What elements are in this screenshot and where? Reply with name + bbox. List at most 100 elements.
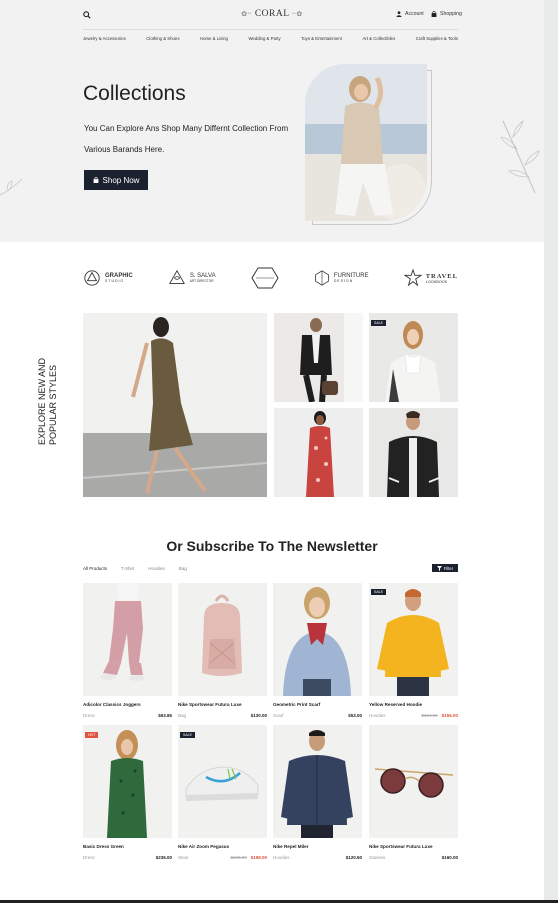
- shopping-link[interactable]: Shopping: [431, 11, 462, 17]
- product-card[interactable]: SALE Yellow Reserved Hoodie Hoodies $364.…: [369, 583, 458, 718]
- product-image-sunglasses[interactable]: [369, 725, 458, 838]
- product-name: Yellow Reserved Hoodie: [369, 702, 423, 707]
- hero-section: ✿~ CORAL ~✿ Account Shopping Jewelry & A…: [0, 0, 544, 242]
- page: ✿~ CORAL ~✿ Account Shopping Jewelry & A…: [0, 0, 544, 903]
- brand-badge[interactable]: [251, 267, 279, 289]
- travel-logo-icon: [403, 269, 422, 287]
- product-price: $160.00: [441, 855, 458, 860]
- brand-sub: ART DIRECTOR: [189, 279, 214, 283]
- filter-label: Filter: [443, 565, 454, 571]
- product-filter-tabs: All Products T-Shirt Hoodies Bag: [83, 566, 187, 571]
- shopping-label: Shopping: [440, 11, 462, 17]
- product-image-hoodie[interactable]: SALE: [369, 583, 458, 696]
- product-category: Scarf: [273, 713, 284, 718]
- product-card[interactable]: Geometric Print Scarf Scarf $53.00: [273, 583, 362, 718]
- brand-graphic-studio[interactable]: GRAPHIC STUDIO: [83, 269, 133, 287]
- shop-now-label: Shop Now: [102, 175, 140, 185]
- shop-now-button[interactable]: Shop Now: [84, 170, 148, 190]
- product-category: Dress: [83, 713, 95, 718]
- tab-bag[interactable]: Bag: [179, 566, 187, 571]
- nav-item-home[interactable]: Home & Living: [200, 36, 228, 41]
- logo-ornament-icon: ~✿: [292, 10, 303, 18]
- product-name: Nike Sportswear Futura Luxe: [178, 702, 242, 707]
- brand-s-salva[interactable]: S. SALVA ART DIRECTOR: [168, 269, 216, 287]
- product-image-jacket[interactable]: [273, 725, 362, 838]
- hero-title: Collections: [83, 82, 186, 105]
- account-link[interactable]: Account: [396, 11, 424, 17]
- product-image-green-dress[interactable]: HOT: [83, 725, 172, 838]
- product-image-joggers[interactable]: [83, 583, 172, 696]
- product-price: $120.50: [345, 855, 362, 860]
- nav-item-toys[interactable]: Toys & Entertainment: [301, 36, 342, 41]
- logo-text: CORAL: [254, 9, 290, 19]
- nav-item-jewelry[interactable]: Jewelry & Accessories: [83, 36, 126, 41]
- gallery-main-image[interactable]: [83, 313, 267, 497]
- product-card[interactable]: Nike Sportswear Futura Luxe Glasses $160.…: [369, 725, 458, 860]
- gallery-image-bomber-jacket[interactable]: [369, 408, 458, 497]
- product-name: Basic Dress Green: [83, 844, 124, 849]
- brand-sub: STUDIO: [105, 279, 125, 283]
- nav-item-craft[interactable]: Craft Supplies & Tools: [416, 36, 458, 41]
- brand-travel-lookbook[interactable]: TRAVEL LOOKBOOK: [403, 269, 458, 287]
- hexagon-badge-logo-icon: [251, 267, 279, 289]
- product-category: Hoodies: [273, 855, 290, 860]
- product-old-price: $220.00: [230, 855, 247, 860]
- nav-item-wedding[interactable]: Wedding & Party: [248, 36, 280, 41]
- hot-badge: HOT: [85, 732, 99, 738]
- s-salva-logo-icon: [168, 269, 185, 284]
- newsletter-title: Or Subscribe To The Newsletter: [166, 538, 378, 554]
- product-category: Bag: [178, 713, 187, 718]
- hero-model-photo: [305, 64, 427, 221]
- top-bar: ✿~ CORAL ~✿ Account Shopping: [0, 0, 544, 30]
- gallery-image-floral-dress[interactable]: [274, 408, 363, 497]
- nav-item-art[interactable]: Art & Collectibles: [363, 36, 396, 41]
- nav-item-clothing[interactable]: Clothing & Shoes: [146, 36, 179, 41]
- product-category: Dress: [83, 855, 95, 860]
- shopping-bag-icon: [93, 177, 98, 183]
- furniture-logo-icon: [315, 270, 329, 286]
- category-nav: Jewelry & Accessories Clothing & Shoes H…: [83, 36, 458, 41]
- tab-t-shirt[interactable]: T-Shirt: [121, 566, 134, 571]
- product-card[interactable]: HOT Basic Dress Green Dress $236.00: [83, 725, 172, 860]
- leaf-decoration-icon: [500, 120, 540, 194]
- gallery-image-man-suit[interactable]: [274, 313, 363, 402]
- scrollbar-track[interactable]: [544, 0, 558, 903]
- brand-name: TRAVEL: [425, 272, 458, 280]
- product-card[interactable]: Nike Sportswear Futura Luxe Bag $130.00: [178, 583, 267, 718]
- hero-subtitle: You Can Explore Ans Shop Many Differnt C…: [84, 124, 289, 154]
- product-price: $130.00: [250, 713, 267, 718]
- brand-sub: DESIGN: [333, 279, 354, 283]
- product-name: Nike Air Zoom Pegasus: [178, 844, 230, 849]
- product-category: Shoe: [178, 855, 189, 860]
- product-card[interactable]: Adicolor Classics Joggers Dress $63.85: [83, 583, 172, 718]
- product-image-scarf[interactable]: [273, 583, 362, 696]
- product-image-backpack[interactable]: [178, 583, 267, 696]
- tab-all-products[interactable]: All Products: [83, 566, 107, 571]
- brand-logos: GRAPHIC STUDIO S. SALVA ART DIRECTOR FURNI…: [83, 264, 458, 292]
- product-price: $63.85: [158, 713, 172, 718]
- user-icon: [396, 11, 402, 17]
- product-category: Glasses: [369, 855, 386, 860]
- brand-logo[interactable]: ✿~ CORAL ~✿: [0, 9, 544, 19]
- shopping-bag-icon: [431, 11, 437, 17]
- product-sale-price: $198.00: [250, 855, 267, 860]
- sale-badge: SALE: [180, 732, 195, 738]
- product-card[interactable]: Nike Repel Miler Hoodies $120.50: [273, 725, 362, 860]
- brand-sub: LOOKBOOK: [425, 279, 448, 284]
- filter-button[interactable]: Filter: [432, 564, 458, 572]
- explore-line-2: POPULAR STYLES: [48, 364, 58, 445]
- explore-vertical-heading: EXPLORE NEW AND POPULAR STYLES: [37, 357, 59, 445]
- product-card[interactable]: SALE Nike Air Zoom Pegasus Shoe $220.00 $1…: [178, 725, 267, 860]
- product-name: Nike Repel Miler: [273, 844, 309, 849]
- brand-furniture-design[interactable]: FURNITURE DESIGN: [314, 270, 369, 286]
- graphic-studio-logo-icon: [84, 270, 100, 286]
- product-name: Geometric Print Scarf: [273, 702, 321, 707]
- header-divider: [83, 29, 458, 30]
- gallery-image-woman-scarf[interactable]: SALE: [369, 313, 458, 402]
- logo-ornament-icon: ✿~: [241, 10, 252, 18]
- tab-hoodies[interactable]: Hoodies: [148, 566, 165, 571]
- product-old-price: $364.00: [421, 713, 438, 718]
- product-sale-price: $155.00: [441, 713, 458, 718]
- product-image-sneaker[interactable]: SALE: [178, 725, 267, 838]
- explore-line-1: EXPLORE NEW AND: [37, 357, 47, 445]
